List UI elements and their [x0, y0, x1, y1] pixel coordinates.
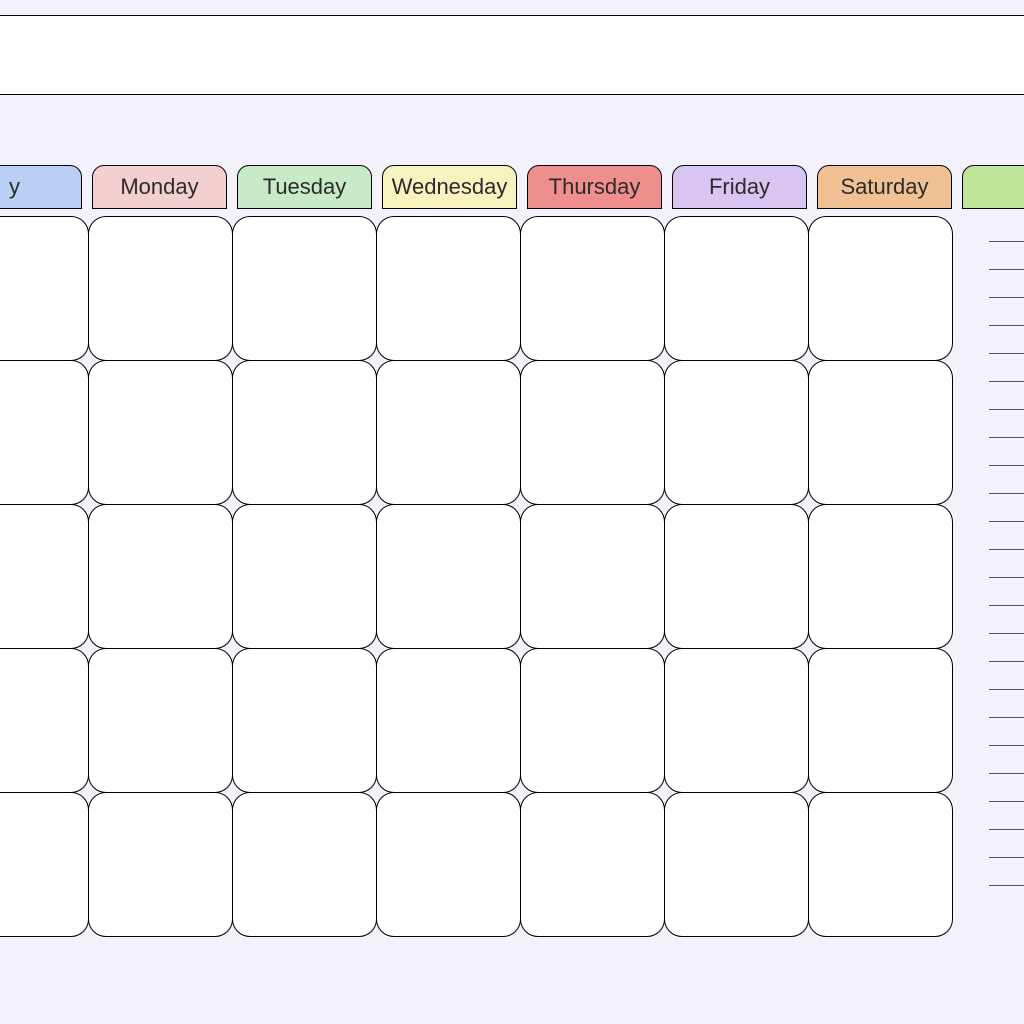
day-header: Friday [672, 165, 807, 209]
calendar-cell[interactable] [88, 360, 233, 505]
calendar-cell[interactable] [808, 792, 953, 937]
note-line[interactable] [989, 505, 1024, 522]
note-line[interactable] [989, 477, 1024, 494]
calendar-cell[interactable] [376, 360, 521, 505]
note-line[interactable] [989, 561, 1024, 578]
calendar-cell[interactable] [88, 504, 233, 649]
day-header: Thursday [527, 165, 662, 209]
note-line[interactable] [989, 757, 1024, 774]
calendar: y Monday Tuesday Wednesday Thursday Friday Sat… [0, 165, 1024, 937]
calendar-row [0, 361, 1024, 505]
note-line[interactable] [989, 365, 1024, 382]
day-header-label: Monday [120, 174, 198, 200]
day-header-label: Wednesday [392, 174, 508, 200]
day-header-label: y [9, 174, 20, 200]
note-line[interactable] [989, 449, 1024, 466]
calendar-cell[interactable] [808, 504, 953, 649]
day-header-label: Thursday [549, 174, 641, 200]
calendar-cell[interactable] [0, 648, 89, 793]
calendar-cell[interactable] [376, 792, 521, 937]
day-header: Monday [92, 165, 227, 209]
notes-column [989, 225, 1024, 886]
calendar-cell[interactable] [520, 648, 665, 793]
note-line[interactable] [989, 673, 1024, 690]
calendar-cell[interactable] [664, 648, 809, 793]
calendar-cell[interactable] [664, 504, 809, 649]
calendar-row [0, 505, 1024, 649]
note-line[interactable] [989, 225, 1024, 242]
calendar-cell[interactable] [520, 792, 665, 937]
note-line[interactable] [989, 533, 1024, 550]
calendar-cell[interactable] [232, 792, 377, 937]
calendar-cell[interactable] [232, 504, 377, 649]
calendar-cell[interactable] [0, 216, 89, 361]
calendar-cell[interactable] [664, 216, 809, 361]
calendar-cell[interactable] [664, 360, 809, 505]
note-line[interactable] [989, 869, 1024, 886]
note-line[interactable] [989, 813, 1024, 830]
day-header-label: Friday [709, 174, 770, 200]
calendar-cell[interactable] [88, 648, 233, 793]
calendar-cell[interactable] [0, 792, 89, 937]
day-header [962, 165, 1024, 209]
note-line[interactable] [989, 337, 1024, 354]
note-line[interactable] [989, 785, 1024, 802]
calendar-cell[interactable] [520, 216, 665, 361]
title-bar[interactable] [0, 15, 1024, 95]
day-header-label: Saturday [840, 174, 928, 200]
calendar-cell[interactable] [232, 360, 377, 505]
calendar-cell[interactable] [520, 504, 665, 649]
day-header: Tuesday [237, 165, 372, 209]
calendar-cell[interactable] [376, 504, 521, 649]
note-line[interactable] [989, 393, 1024, 410]
note-line[interactable] [989, 645, 1024, 662]
day-header-label: Tuesday [263, 174, 347, 200]
calendar-row [0, 793, 1024, 937]
calendar-row [0, 649, 1024, 793]
day-headers: y Monday Tuesday Wednesday Thursday Friday Sat… [0, 165, 1024, 209]
note-line[interactable] [989, 281, 1024, 298]
day-header: Saturday [817, 165, 952, 209]
calendar-cell[interactable] [88, 216, 233, 361]
calendar-cell[interactable] [0, 360, 89, 505]
note-line[interactable] [989, 309, 1024, 326]
calendar-cell[interactable] [808, 360, 953, 505]
calendar-grid [0, 217, 1024, 937]
calendar-cell[interactable] [376, 216, 521, 361]
calendar-row [0, 217, 1024, 361]
day-header: y [0, 165, 82, 209]
note-line[interactable] [989, 421, 1024, 438]
calendar-cell[interactable] [808, 216, 953, 361]
day-header: Wednesday [382, 165, 517, 209]
calendar-cell[interactable] [232, 216, 377, 361]
note-line[interactable] [989, 729, 1024, 746]
calendar-cell[interactable] [520, 360, 665, 505]
note-line[interactable] [989, 841, 1024, 858]
calendar-cell[interactable] [664, 792, 809, 937]
calendar-cell[interactable] [232, 648, 377, 793]
note-line[interactable] [989, 701, 1024, 718]
note-line[interactable] [989, 253, 1024, 270]
calendar-cell[interactable] [0, 504, 89, 649]
calendar-cell[interactable] [88, 792, 233, 937]
calendar-cell[interactable] [808, 648, 953, 793]
note-line[interactable] [989, 617, 1024, 634]
calendar-cell[interactable] [376, 648, 521, 793]
note-line[interactable] [989, 589, 1024, 606]
